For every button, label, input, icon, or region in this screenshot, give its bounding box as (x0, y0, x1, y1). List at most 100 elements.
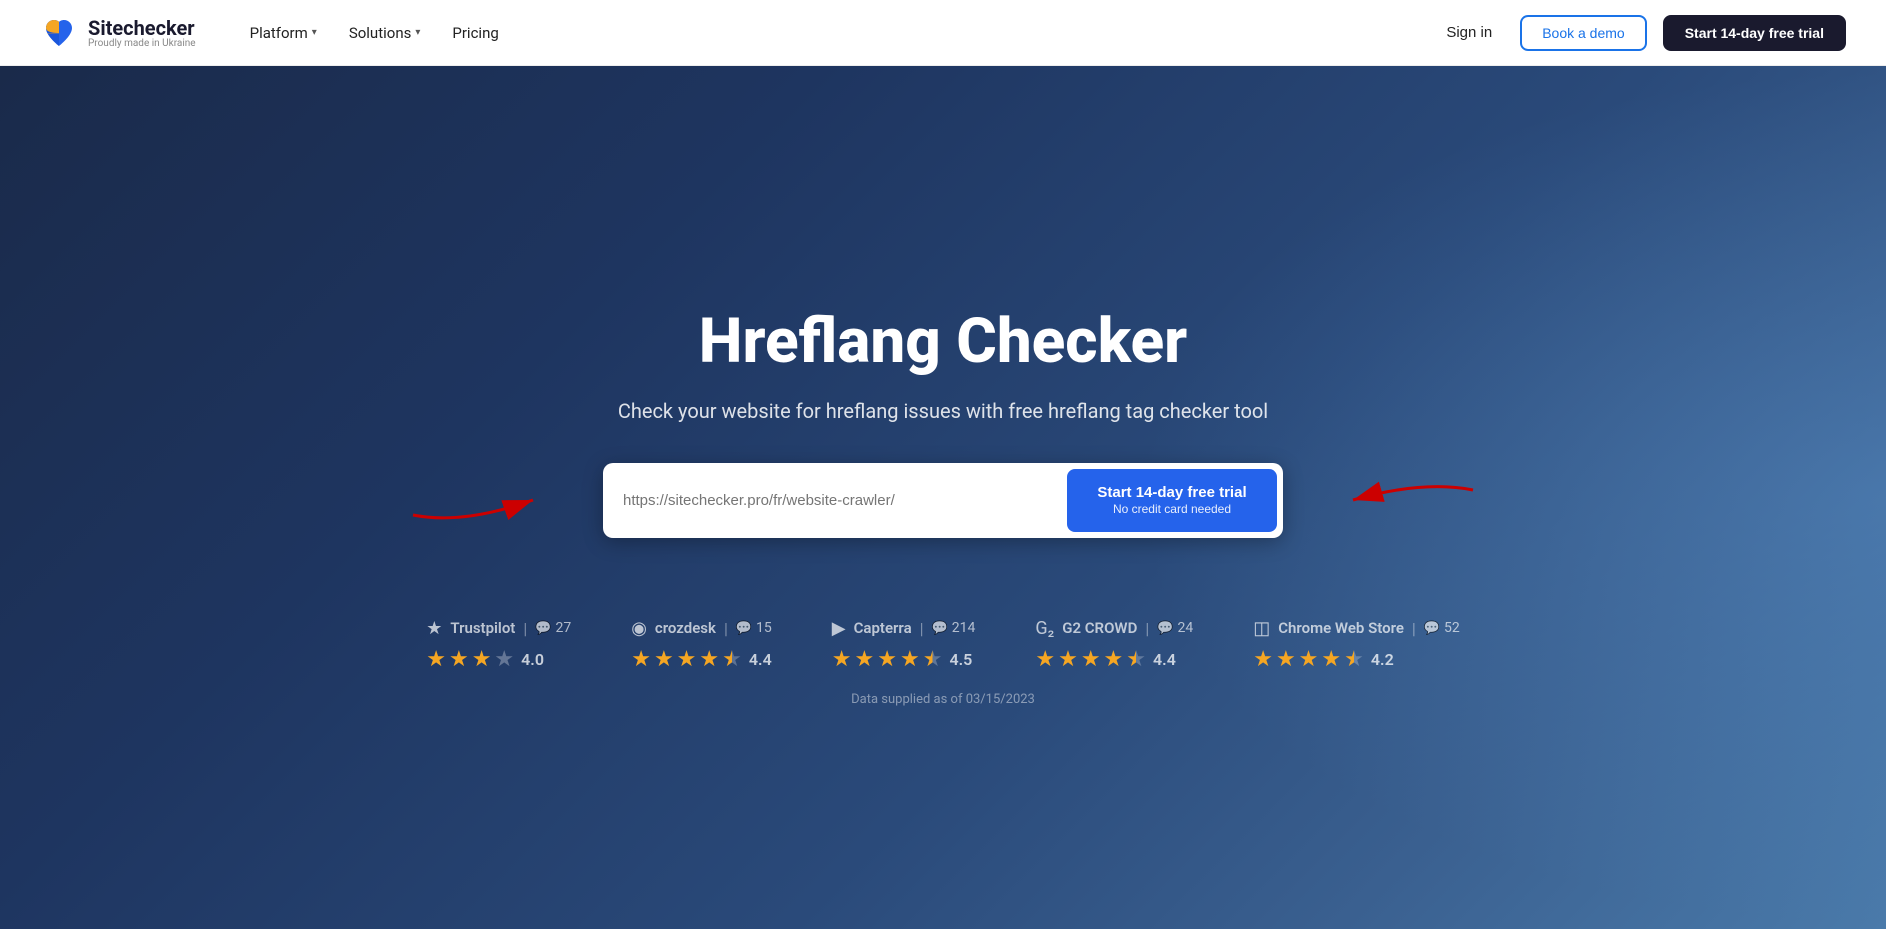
rating-name-1: crozdesk (655, 619, 716, 637)
rating-header-0: ★ Trustpilot | 💬 27 (426, 618, 571, 639)
rating-count-4: 💬 52 (1424, 620, 1460, 636)
platform-chevron-icon: ▾ (312, 27, 317, 38)
star-full: ★ (1321, 647, 1341, 672)
search-area: Start 14-day free trial No credit card n… (603, 463, 1283, 538)
rating-value-2: 4.5 (949, 650, 972, 669)
hero-content: Hreflang Checker Check your website for … (603, 308, 1283, 537)
rating-value-1: 4.4 (749, 650, 772, 669)
comment-icon-0: 💬 (535, 621, 551, 636)
rating-stars-4: ★★★★★ 4.2 (1253, 647, 1394, 672)
rating-header-4: ◫ Chrome Web Store | 💬 52 (1253, 618, 1460, 639)
book-demo-button[interactable]: Book a demo (1520, 15, 1647, 51)
star-full: ★ (1276, 647, 1296, 672)
rating-count-0: 💬 27 (535, 620, 571, 636)
star-full: ★ (1104, 647, 1124, 672)
solutions-chevron-icon: ▾ (415, 27, 420, 38)
rating-item-2: ▶ Capterra | 💬 214 ★★★★★ 4.5 (832, 618, 976, 672)
nav-links: Platform ▾ Solutions ▾ Pricing (236, 16, 1435, 50)
trial-cta-sub: No credit card needed (1095, 502, 1249, 518)
star-full: ★ (677, 647, 697, 672)
rating-header-2: ▶ Capterra | 💬 214 (832, 618, 976, 639)
star-half: ★ (1344, 647, 1364, 672)
star-half: ★ (722, 647, 742, 672)
nav-pricing-label: Pricing (452, 24, 498, 42)
star-full: ★ (449, 647, 469, 672)
brand-name: Sitechecker (88, 17, 196, 39)
star-full: ★ (472, 647, 492, 672)
rating-divider-0: | (523, 619, 527, 638)
rating-name-3: G2 CROWD (1062, 619, 1137, 637)
hero-subtitle: Check your website for hreflang issues w… (603, 399, 1283, 423)
navbar: Sitechecker Proudly made in Ukraine Plat… (0, 0, 1886, 66)
signin-button[interactable]: Sign in (1434, 16, 1504, 49)
rating-item-4: ◫ Chrome Web Store | 💬 52 ★★★★★ 4.2 (1253, 618, 1460, 672)
ratings-section: ★ Trustpilot | 💬 27 ★★★★ 4.0 ◉ crozdesk … (426, 618, 1460, 672)
start-trial-nav-button[interactable]: Start 14-day free trial (1663, 15, 1846, 51)
rating-count-3: 💬 24 (1157, 620, 1193, 636)
data-supplied-label: Data supplied as of 03/15/2023 (851, 692, 1035, 707)
rating-stars-2: ★★★★★ 4.5 (832, 647, 973, 672)
rating-name-0: Trustpilot (450, 619, 515, 637)
rating-name-2: Capterra (854, 619, 912, 637)
comment-icon-2: 💬 (932, 621, 948, 636)
rating-divider-4: | (1412, 619, 1416, 638)
nav-platform-label: Platform (250, 24, 308, 42)
rating-item-0: ★ Trustpilot | 💬 27 ★★★★ 4.0 (426, 618, 571, 672)
star-full: ★ (855, 647, 875, 672)
hero-section: Hreflang Checker Check your website for … (0, 66, 1886, 929)
rating-logo-icon-2: ▶ (832, 618, 846, 639)
brand-logo-link[interactable]: Sitechecker Proudly made in Ukraine (40, 14, 196, 52)
rating-divider-3: | (1145, 619, 1149, 638)
rating-item-3: G₂ G2 CROWD | 💬 24 ★★★★★ 4.4 (1035, 618, 1193, 672)
rating-header-1: ◉ crozdesk | 💬 15 (631, 618, 772, 639)
rating-name-4: Chrome Web Store (1278, 619, 1404, 637)
star-empty: ★ (494, 647, 514, 672)
search-box: Start 14-day free trial No credit card n… (603, 463, 1283, 538)
nav-platform[interactable]: Platform ▾ (236, 16, 331, 50)
rating-divider-2: | (920, 619, 924, 638)
nav-pricing[interactable]: Pricing (438, 16, 512, 50)
rating-stars-3: ★★★★★ 4.4 (1035, 647, 1176, 672)
star-full: ★ (654, 647, 674, 672)
rating-logo-icon-3: G₂ (1035, 618, 1054, 639)
nav-solutions[interactable]: Solutions ▾ (335, 16, 435, 50)
rating-divider-1: | (724, 619, 728, 638)
star-full: ★ (832, 647, 852, 672)
star-full: ★ (699, 647, 719, 672)
star-full: ★ (1081, 647, 1101, 672)
rating-value-4: 4.2 (1371, 650, 1394, 669)
rating-value-0: 4.0 (521, 650, 544, 669)
nav-solutions-label: Solutions (349, 24, 412, 42)
rating-count-1: 💬 15 (736, 620, 772, 636)
star-full: ★ (1035, 647, 1055, 672)
nav-actions: Sign in Book a demo Start 14-day free tr… (1434, 15, 1846, 51)
left-arrow-icon (403, 470, 563, 530)
star-full: ★ (1058, 647, 1078, 672)
rating-header-3: G₂ G2 CROWD | 💬 24 (1035, 618, 1193, 639)
start-trial-hero-button[interactable]: Start 14-day free trial No credit card n… (1067, 469, 1277, 532)
right-arrow-icon (1323, 470, 1483, 530)
brand-tagline: Proudly made in Ukraine (88, 39, 196, 49)
star-half: ★ (1126, 647, 1146, 672)
rating-logo-icon-4: ◫ (1253, 618, 1270, 639)
star-full: ★ (1253, 647, 1273, 672)
star-full: ★ (1299, 647, 1319, 672)
brand-text: Sitechecker Proudly made in Ukraine (88, 17, 196, 49)
rating-item-1: ◉ crozdesk | 💬 15 ★★★★★ 4.4 (631, 618, 772, 672)
url-input[interactable] (623, 482, 1067, 519)
rating-stars-0: ★★★★ 4.0 (426, 647, 544, 672)
star-full: ★ (631, 647, 651, 672)
star-full: ★ (426, 647, 446, 672)
comment-icon-3: 💬 (1157, 621, 1173, 636)
star-full: ★ (877, 647, 897, 672)
comment-icon-4: 💬 (1424, 621, 1440, 636)
star-full: ★ (900, 647, 920, 672)
comment-icon-1: 💬 (736, 621, 752, 636)
rating-stars-1: ★★★★★ 4.4 (631, 647, 772, 672)
rating-logo-icon-0: ★ (426, 618, 442, 639)
brand-logo-icon (40, 14, 78, 52)
rating-value-3: 4.4 (1153, 650, 1176, 669)
trial-cta-label: Start 14-day free trial (1097, 484, 1246, 501)
rating-count-2: 💬 214 (932, 620, 976, 636)
star-half: ★ (923, 647, 943, 672)
